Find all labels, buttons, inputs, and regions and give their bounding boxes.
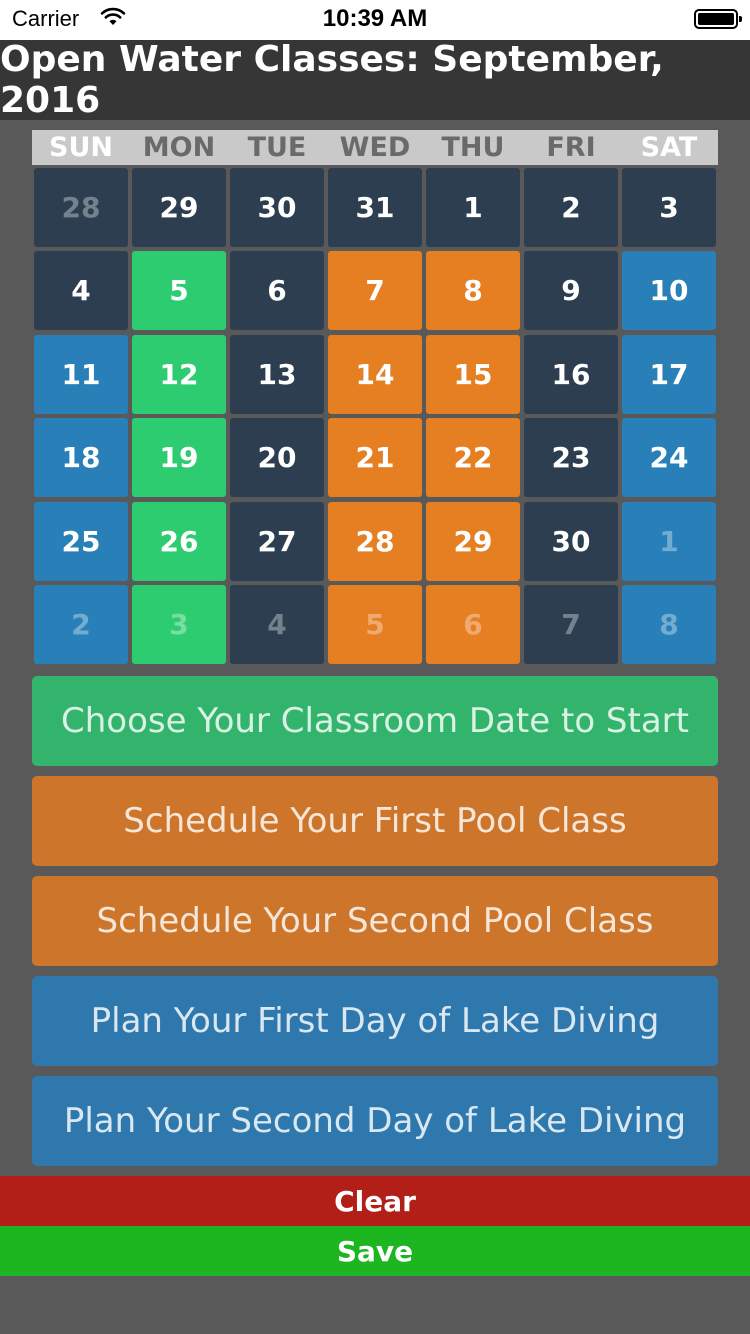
calendar-day[interactable]: 8 (426, 251, 520, 331)
calendar-day[interactable]: 4 (34, 251, 128, 331)
calendar-day[interactable]: 11 (34, 334, 128, 414)
calendar-day[interactable]: 24 (622, 418, 716, 498)
weekday-sun: SUN (49, 132, 113, 163)
status-bar: Carrier 10:39 AM (0, 0, 750, 40)
plan-first-lake-button[interactable]: Plan Your First Day of Lake Diving (32, 976, 718, 1066)
calendar-day[interactable]: 6 (426, 585, 520, 664)
calendar-day[interactable]: 23 (524, 418, 618, 498)
calendar-day[interactable]: 7 (524, 585, 618, 664)
calendar-day[interactable]: 30 (524, 501, 618, 581)
clock-time: 10:39 AM (322, 5, 428, 32)
weekday-wed: WED (339, 132, 411, 163)
calendar-day[interactable]: 1 (622, 501, 716, 581)
calendar-day[interactable]: 31 (328, 168, 422, 247)
calendar-day[interactable]: 2 (34, 585, 128, 664)
calendar-day[interactable]: 17 (622, 334, 716, 414)
calendar-day[interactable]: 1 (426, 168, 520, 247)
calendar-day[interactable]: 14 (328, 334, 422, 414)
calendar-day[interactable]: 2 (524, 168, 618, 247)
calendar-day[interactable]: 16 (524, 334, 618, 414)
calendar-day[interactable]: 15 (426, 334, 520, 414)
calendar-day[interactable]: 9 (524, 251, 618, 331)
calendar-day[interactable]: 4 (230, 585, 324, 664)
calendar-day[interactable]: 25 (34, 501, 128, 581)
calendar-day[interactable]: 20 (230, 418, 324, 498)
calendar-day[interactable]: 28 (328, 501, 422, 581)
plan-second-lake-button[interactable]: Plan Your Second Day of Lake Diving (32, 1076, 718, 1166)
schedule-second-pool-button[interactable]: Schedule Your Second Pool Class (32, 876, 718, 966)
calendar-day[interactable]: 10 (622, 251, 716, 331)
choose-classroom-date-button[interactable]: Choose Your Classroom Date to Start (32, 676, 718, 766)
calendar-day[interactable]: 6 (230, 251, 324, 331)
schedule-first-pool-button[interactable]: Schedule Your First Pool Class (32, 776, 718, 866)
calendar-day[interactable]: 21 (328, 418, 422, 498)
calendar-day[interactable]: 12 (132, 334, 226, 414)
calendar-day[interactable]: 8 (622, 585, 716, 664)
weekday-header: SUN MON TUE WED THU FRI SAT (32, 130, 718, 165)
weekday-thu: THU (441, 132, 505, 163)
calendar-day[interactable]: 30 (230, 168, 324, 247)
calendar-day[interactable]: 19 (132, 418, 226, 498)
weekday-fri: FRI (546, 132, 596, 163)
calendar-day[interactable]: 28 (34, 168, 128, 247)
calendar-day[interactable]: 7 (328, 251, 422, 331)
calendar-day[interactable]: 3 (132, 585, 226, 664)
calendar-day[interactable]: 3 (622, 168, 716, 247)
calendar-day[interactable]: 13 (230, 334, 324, 414)
calendar-day[interactable]: 18 (34, 418, 128, 498)
battery-icon (694, 9, 742, 29)
weekday-tue: TUE (247, 132, 307, 163)
page-title: Open Water Classes: September, 2016 (0, 39, 750, 121)
calendar-day[interactable]: 27 (230, 501, 324, 581)
calendar-day[interactable]: 5 (132, 251, 226, 331)
calendar-day[interactable]: 22 (426, 418, 520, 498)
calendar-day[interactable]: 26 (132, 501, 226, 581)
weekday-mon: MON (142, 132, 216, 163)
weekday-sat: SAT (640, 132, 698, 163)
save-button[interactable]: Save (0, 1226, 750, 1276)
clear-button[interactable]: Clear (0, 1176, 750, 1226)
calendar-day[interactable]: 5 (328, 585, 422, 664)
calendar-day[interactable]: 29 (132, 168, 226, 247)
calendar-day[interactable]: 29 (426, 501, 520, 581)
